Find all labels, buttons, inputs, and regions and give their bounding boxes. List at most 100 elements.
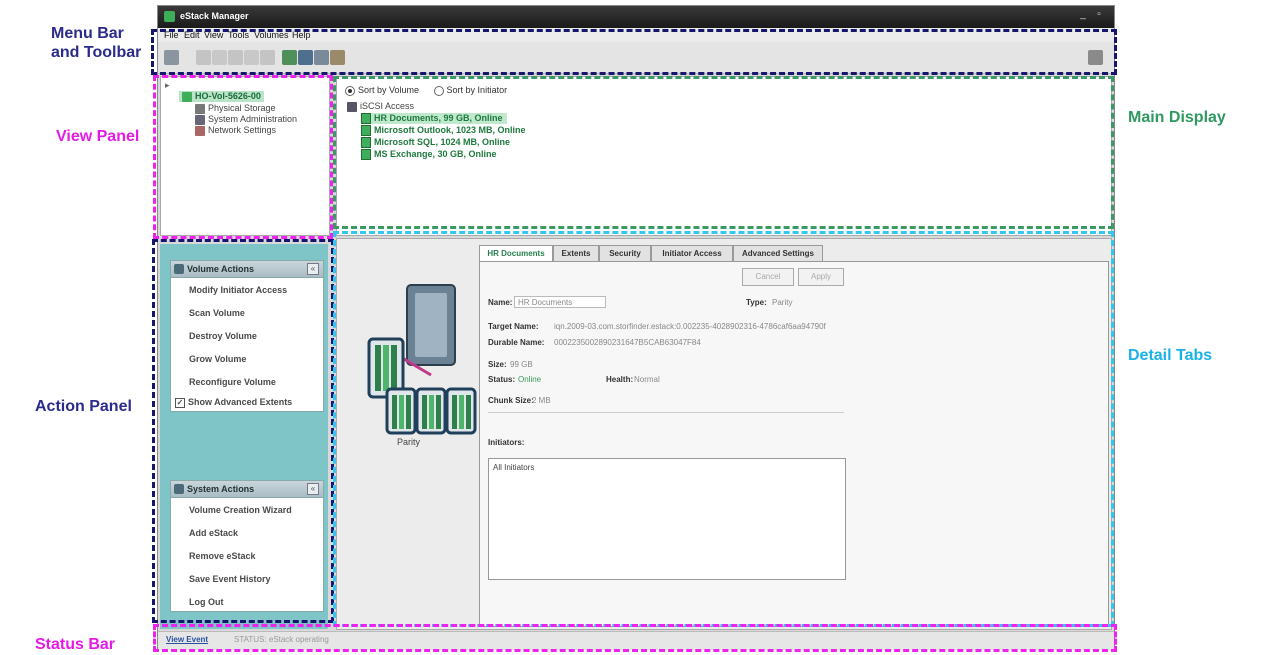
menu-edit[interactable]: Edit xyxy=(184,30,200,40)
system-icon[interactable] xyxy=(314,50,329,65)
scan-volume-action[interactable]: Scan Volume xyxy=(189,308,245,318)
health-value: Normal xyxy=(634,375,660,384)
iscsi-group[interactable]: iSCSI Access xyxy=(347,101,414,112)
tab-security[interactable]: Security xyxy=(599,245,651,261)
view-event-tab[interactable]: View Event xyxy=(166,635,208,644)
tree-network-settings[interactable]: Network Settings xyxy=(195,125,276,136)
app-window: eStack Manager _ ▫ File Edit View Tools … xyxy=(157,5,1115,650)
add-estack-action[interactable]: Add eStack xyxy=(189,528,238,538)
status-value: Online xyxy=(518,375,542,384)
volume-icon xyxy=(361,125,371,137)
volume-actions-icon xyxy=(174,264,184,274)
name-label: Name: xyxy=(488,298,513,307)
tree-item-label: Network Settings xyxy=(208,125,277,135)
log-out-action[interactable]: Log Out xyxy=(189,597,224,607)
action-panel-annotation: Action Panel xyxy=(35,398,132,415)
volume-icon xyxy=(361,113,371,125)
tree-root-label: HO-Vol-5626-00 xyxy=(195,91,261,101)
delete-icon[interactable] xyxy=(244,50,259,65)
radio-icon xyxy=(345,85,355,96)
network-icon[interactable] xyxy=(330,50,345,65)
app-logo-icon xyxy=(164,11,175,22)
system-actions-card: System Actions « Volume Creation Wizard … xyxy=(170,480,324,612)
system-actions-header[interactable]: System Actions « xyxy=(171,481,323,498)
cancel-button[interactable]: Cancel xyxy=(742,268,794,286)
menu-view[interactable]: View xyxy=(204,30,223,40)
menu-help[interactable]: Help xyxy=(292,30,311,40)
tab-advanced-settings[interactable]: Advanced Settings xyxy=(733,245,823,261)
tab-hr-documents[interactable]: HR Documents xyxy=(479,245,553,262)
divider xyxy=(488,412,844,413)
status-bar: View Event STATUS: eStack operating xyxy=(158,631,1114,650)
paste-icon[interactable] xyxy=(228,50,243,65)
tab-extents[interactable]: Extents xyxy=(553,245,599,261)
durable-name-label: Durable Name: xyxy=(488,338,545,347)
grid-icon[interactable] xyxy=(164,50,179,65)
chunk-size-label: Chunk Size: xyxy=(488,396,534,405)
apply-button[interactable]: Apply xyxy=(798,268,844,286)
volume-actions-title: Volume Actions xyxy=(187,264,255,274)
volume-item[interactable]: Microsoft Outlook, 1023 MB, Online xyxy=(361,125,526,137)
volume-label: MS Exchange, 30 GB, Online xyxy=(374,149,497,159)
target-name-label: Target Name: xyxy=(488,322,539,331)
parity-raid-icon xyxy=(367,284,477,435)
status-text: STATUS: eStack operating xyxy=(234,635,329,644)
size-label: Size: xyxy=(488,360,507,369)
volume-actions-header[interactable]: Volume Actions « xyxy=(171,261,323,278)
initiators-label: Initiators: xyxy=(488,438,525,447)
maximize-icon[interactable]: ▫ xyxy=(1094,10,1104,20)
cut-icon[interactable] xyxy=(196,50,211,65)
collapse-icon[interactable]: « xyxy=(307,263,319,275)
detail-area: Parity HR Documents Extents Security Ini… xyxy=(336,238,1112,630)
remove-estack-action[interactable]: Remove eStack xyxy=(189,551,256,561)
status-label: Status: xyxy=(488,375,516,384)
menu-volumes[interactable]: Volumes xyxy=(254,30,289,40)
radio-icon xyxy=(433,85,444,96)
menu-file[interactable]: File xyxy=(164,30,179,40)
collapse-icon[interactable]: « xyxy=(307,483,319,495)
sort-by-volume-label: Sort by Volume xyxy=(358,85,420,95)
save-event-history-action[interactable]: Save Event History xyxy=(189,574,271,584)
raid-type-label: Parity xyxy=(397,437,421,447)
volume-item[interactable]: MS Exchange, 30 GB, Online xyxy=(361,149,497,161)
tree-root-stack[interactable]: HO-Vol-5626-00 xyxy=(179,91,264,102)
volume-item[interactable]: Microsoft SQL, 1024 MB, Online xyxy=(361,137,510,149)
menu-tools[interactable]: Tools xyxy=(228,30,249,40)
disk-icon xyxy=(195,103,205,114)
reconfigure-volume-action[interactable]: Reconfigure Volume xyxy=(189,377,276,387)
tab-content: Cancel Apply Name: HR Documents Type: Pa… xyxy=(479,261,1109,627)
menu-toolbar-annotation: Menu Bar and Toolbar xyxy=(51,25,142,61)
admin-icon xyxy=(195,114,205,125)
minimize-icon[interactable]: _ xyxy=(1078,10,1088,20)
show-advanced-extents-checkbox[interactable]: ✓ Show Advanced Extents xyxy=(175,397,292,408)
menu-bar: File Edit View Tools Volumes Help xyxy=(158,28,1114,42)
initiator-item[interactable]: All Initiators xyxy=(493,463,534,472)
tree-item-label: Physical Storage xyxy=(208,103,276,113)
name-input[interactable]: HR Documents xyxy=(514,296,606,308)
tree-system-administration[interactable]: System Administration xyxy=(195,114,297,125)
tree-expander-icon[interactable]: ▸ xyxy=(165,80,170,91)
volume-icon xyxy=(361,149,371,161)
iscsi-icon xyxy=(347,101,357,112)
modify-initiator-access-action[interactable]: Modify Initiator Access xyxy=(189,285,287,295)
main-display: Sort by Volume Sort by Initiator iSCSI A… xyxy=(336,76,1112,236)
tab-initiator-access[interactable]: Initiator Access xyxy=(651,245,733,261)
volume-icon xyxy=(361,137,371,149)
volume-creation-wizard-action[interactable]: Volume Creation Wizard xyxy=(189,505,292,515)
properties-icon[interactable] xyxy=(260,50,275,65)
detail-tabs-annotation: Detail Tabs xyxy=(1128,347,1213,364)
tree-physical-storage[interactable]: Physical Storage xyxy=(195,103,276,114)
initiators-list[interactable]: All Initiators xyxy=(488,458,846,580)
volume-label: HR Documents, 99 GB, Online xyxy=(374,113,503,123)
destroy-volume-action[interactable]: Destroy Volume xyxy=(189,331,257,341)
storage-icon[interactable] xyxy=(282,50,297,65)
iscsi-group-label: iSCSI Access xyxy=(360,101,415,111)
volume-icon[interactable] xyxy=(298,50,313,65)
copy-icon[interactable] xyxy=(212,50,227,65)
sort-by-initiator-radio[interactable]: Sort by Initiator xyxy=(433,85,507,96)
sort-by-volume-radio[interactable]: Sort by Volume xyxy=(345,85,420,96)
grow-volume-action[interactable]: Grow Volume xyxy=(189,354,246,364)
tree-item-label: System Administration xyxy=(208,114,298,124)
help-icon[interactable] xyxy=(1088,50,1103,65)
volume-item[interactable]: HR Documents, 99 GB, Online xyxy=(361,113,507,125)
